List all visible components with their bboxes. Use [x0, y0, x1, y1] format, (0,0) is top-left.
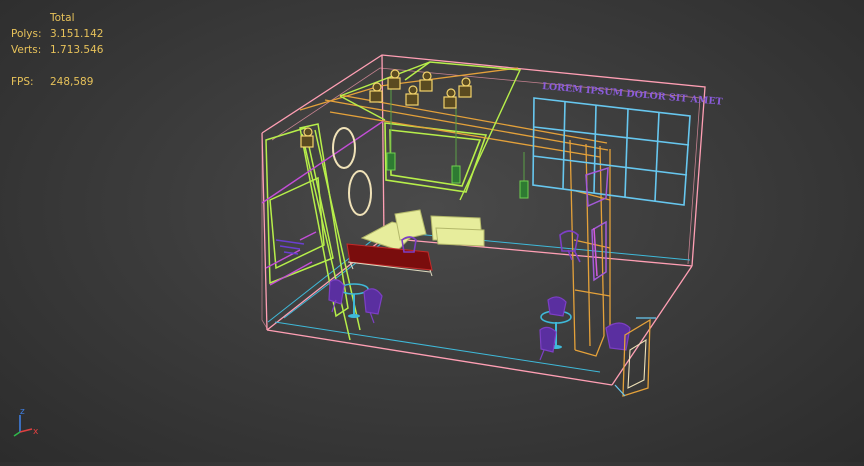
- fps-value: 248,589: [50, 76, 94, 88]
- video-wall: [532, 97, 691, 206]
- x-axis-line: [19, 428, 33, 433]
- 3d-viewport[interactable]: LOREM IPSUM DOLOR SIT AMET: [0, 0, 864, 462]
- polys-value: 3.151.142: [50, 28, 104, 40]
- fps-label: FPS:: [11, 76, 34, 88]
- bistro-set-right: [539, 296, 572, 361]
- wireframe-scene: LOREM IPSUM DOLOR SIT AMET: [261, 54, 723, 397]
- polys-label: Polys:: [11, 28, 42, 40]
- round-mirrors: [332, 127, 372, 216]
- column-panels: [585, 166, 609, 282]
- verts-value: 1.713.546: [50, 44, 104, 56]
- y-axis-line: [13, 431, 21, 437]
- x-axis-label: x: [33, 427, 39, 437]
- coffee-table: [346, 243, 433, 277]
- z-axis-label: z: [20, 407, 25, 417]
- stats-header: Total: [50, 12, 75, 24]
- left-wall-panel: [265, 123, 361, 341]
- verts-label: Verts:: [11, 44, 42, 56]
- banner-text: LOREM IPSUM DOLOR SIT AMET: [542, 81, 723, 108]
- left-wall-signage: [275, 239, 305, 255]
- room-shell: [261, 54, 706, 386]
- back-wall-frame: [384, 122, 488, 193]
- axis-gizmo-icon[interactable]: z x: [4, 405, 44, 445]
- bistro-set-left: [328, 279, 383, 324]
